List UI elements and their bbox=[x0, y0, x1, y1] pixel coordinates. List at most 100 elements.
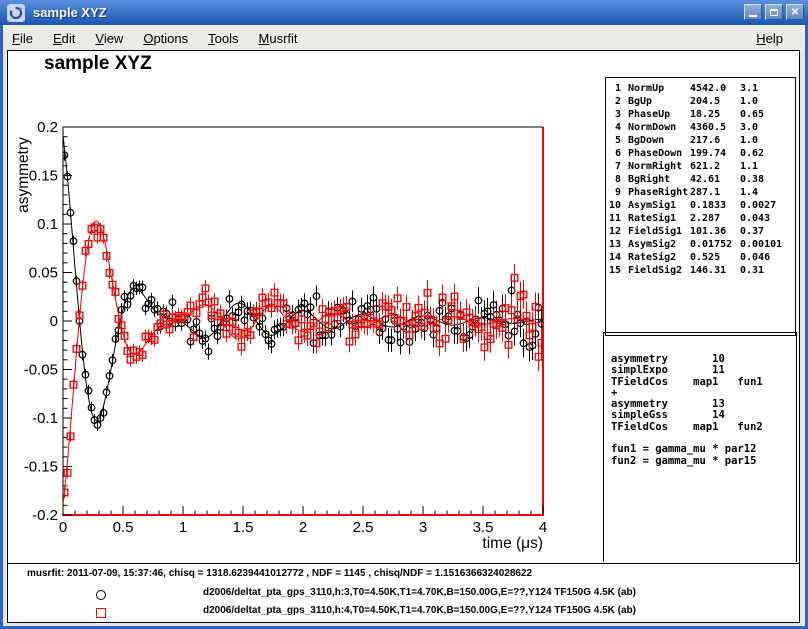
menu-item-help[interactable]: Help bbox=[750, 29, 789, 48]
menu-label: ile bbox=[20, 31, 33, 46]
fit-info-text: musrfit: 2011-07-09, 15:37:46, chisq = 1… bbox=[27, 568, 532, 579]
param-number: 2 bbox=[606, 95, 621, 108]
param-name: BgRight bbox=[628, 173, 690, 186]
svg-text:0: 0 bbox=[59, 519, 67, 536]
maximize-button[interactable] bbox=[765, 4, 783, 20]
svg-text:1: 1 bbox=[179, 519, 187, 536]
menu-label: ptions bbox=[153, 31, 188, 46]
svg-text:0.1: 0.1 bbox=[37, 216, 58, 233]
svg-text:-0.1: -0.1 bbox=[32, 410, 58, 427]
parameter-row: 1 NormUp 4542.0 3.1 bbox=[606, 82, 795, 95]
param-value: 199.74 bbox=[690, 147, 740, 160]
menu-item[interactable]: File bbox=[5, 29, 40, 48]
param-error: 1.1 bbox=[740, 160, 795, 173]
param-number: 10 bbox=[606, 199, 621, 212]
parameter-rows: 1 NormUp 4542.0 3.1 2 BgUp 204.5 1.0 3 P… bbox=[606, 82, 795, 277]
parameter-row: 8 BgRight 42.61 0.38 bbox=[606, 173, 795, 186]
legend-run-label: d2006/deltat_pta_gps_3110,h:4,T0=4.50K,T… bbox=[203, 605, 636, 616]
param-name: BgUp bbox=[628, 95, 690, 108]
musrview-window: { "window": { "title": "sample XYZ" }, "… bbox=[0, 0, 808, 629]
window-controls: ✕ bbox=[744, 4, 804, 20]
param-name: FieldSig1 bbox=[628, 225, 690, 238]
menu-item[interactable]: Musrfit bbox=[252, 29, 305, 48]
parameter-row: 5 BgDown 217.6 1.0 bbox=[606, 134, 795, 147]
svg-text:3.5: 3.5 bbox=[473, 519, 494, 536]
param-value: 4542.0 bbox=[690, 82, 740, 95]
param-name: NormUp bbox=[628, 82, 690, 95]
parameter-pane: 1 NormUp 4542.0 3.1 2 BgUp 204.5 1.0 3 P… bbox=[605, 77, 796, 336]
close-button[interactable]: ✕ bbox=[786, 4, 804, 20]
svg-text:asymmetry: asymmetry bbox=[15, 137, 32, 213]
param-error: 3.1 bbox=[740, 82, 795, 95]
svg-text:-0.15: -0.15 bbox=[24, 459, 58, 476]
parameter-row: 12 FieldSig1 101.36 0.37 bbox=[606, 225, 795, 238]
menu-accel: F bbox=[12, 31, 20, 46]
param-value: 204.5 bbox=[690, 95, 740, 108]
param-number: 6 bbox=[606, 147, 621, 160]
param-value: 42.61 bbox=[690, 173, 740, 186]
svg-text:2: 2 bbox=[299, 519, 307, 536]
param-name: PhaseRight bbox=[628, 186, 690, 199]
svg-text:1.5: 1.5 bbox=[233, 519, 254, 536]
param-number: 4 bbox=[606, 121, 621, 134]
maximize-icon bbox=[770, 9, 778, 16]
parameter-row: 14 RateSig2 0.525 0.046 bbox=[606, 251, 795, 264]
param-number: 8 bbox=[606, 173, 621, 186]
musrfit-logo-icon bbox=[8, 5, 24, 21]
param-name: BgDown bbox=[628, 134, 690, 147]
param-error: 3.0 bbox=[740, 121, 795, 134]
minimize-button[interactable] bbox=[744, 4, 762, 20]
param-number: 15 bbox=[606, 264, 621, 277]
param-number: 3 bbox=[606, 108, 621, 121]
param-error: 0.37 bbox=[740, 225, 795, 238]
param-error: 0.65 bbox=[740, 108, 795, 121]
legend-run-label: d2006/deltat_pta_gps_3110,h:3,T0=4.50K,T… bbox=[203, 587, 636, 598]
theory-line: TFieldCos map1 fun1 bbox=[611, 377, 796, 388]
asymmetry-plot[interactable]: 00.511.522.533.540.20.150.10.050-0.05-0.… bbox=[8, 51, 602, 563]
param-error: 0.00101 bbox=[740, 238, 795, 251]
menu-item[interactable]: View bbox=[88, 29, 130, 48]
menu-item[interactable]: Edit bbox=[46, 29, 82, 48]
svg-text:-0.05: -0.05 bbox=[24, 362, 58, 379]
menu-items: File Edit View Options Tools Musrfit bbox=[3, 29, 311, 48]
param-name: NormDown bbox=[628, 121, 690, 134]
param-name: RateSig2 bbox=[628, 251, 690, 264]
param-name: FieldSig2 bbox=[628, 264, 690, 277]
menu-item[interactable]: Tools bbox=[201, 29, 245, 48]
param-number: 11 bbox=[606, 212, 621, 225]
param-name: RateSig1 bbox=[628, 212, 690, 225]
param-name: AsymSig2 bbox=[628, 238, 690, 251]
app-icon bbox=[7, 4, 25, 22]
svg-text:0.2: 0.2 bbox=[37, 119, 58, 136]
param-value: 4360.5 bbox=[690, 121, 740, 134]
menu-label: elp bbox=[766, 31, 783, 46]
theory-line: simplExpo 11 bbox=[611, 365, 796, 376]
param-number: 14 bbox=[606, 251, 621, 264]
close-icon: ✕ bbox=[791, 7, 799, 18]
param-value: 0.1833 bbox=[690, 199, 740, 212]
param-number: 9 bbox=[606, 186, 621, 199]
param-value: 0.525 bbox=[690, 251, 740, 264]
svg-text:4: 4 bbox=[539, 519, 547, 536]
param-name: PhaseDown bbox=[628, 147, 690, 160]
param-value: 146.31 bbox=[690, 264, 740, 277]
client-area: FileEditViewOptionsToolsMusrfit Help sam… bbox=[3, 25, 805, 626]
svg-text:0.05: 0.05 bbox=[29, 265, 58, 282]
titlebar[interactable]: sample XYZ ✕ bbox=[0, 0, 808, 25]
parameter-row: 7 NormRight 621.2 1.1 bbox=[606, 160, 795, 173]
menu-label: iew bbox=[104, 31, 124, 46]
menubar: File Edit View Options Tools Musrfit Help bbox=[3, 25, 805, 51]
menu-accel: V bbox=[95, 31, 103, 46]
param-value: 621.2 bbox=[690, 160, 740, 173]
parameter-row: 2 BgUp 204.5 1.0 bbox=[606, 95, 795, 108]
param-number: 12 bbox=[606, 225, 621, 238]
param-error: 0.0027 bbox=[740, 199, 795, 212]
parameter-row: 4 NormDown 4360.5 3.0 bbox=[606, 121, 795, 134]
param-error: 0.043 bbox=[740, 212, 795, 225]
parameter-row: 3 PhaseUp 18.25 0.65 bbox=[606, 108, 795, 121]
menu-item[interactable]: Options bbox=[136, 29, 195, 48]
param-number: 13 bbox=[606, 238, 621, 251]
menu-accel: H bbox=[756, 31, 765, 46]
theory-line: fun2 = gamma_mu * par15 bbox=[611, 456, 796, 467]
root-canvas[interactable]: sample XYZ 00.511.522.533.540.20.150.10.… bbox=[7, 50, 800, 623]
